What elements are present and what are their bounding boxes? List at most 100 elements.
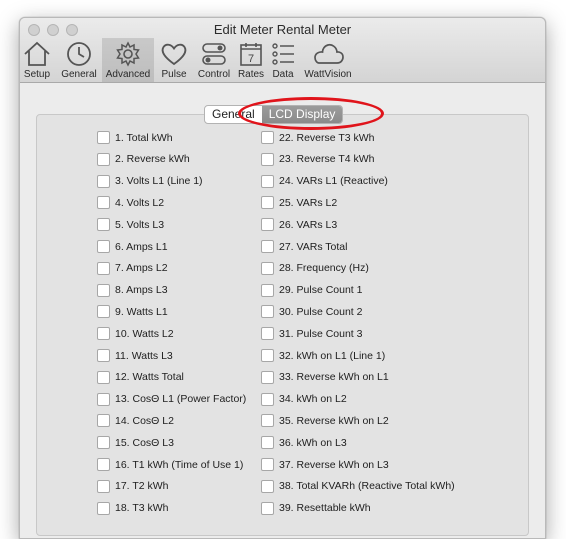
checkbox[interactable] [261,196,274,210]
checkbox[interactable] [261,349,274,362]
toolbar-pulse[interactable]: Pulse [157,38,191,82]
checkbox[interactable] [97,370,110,384]
checkbox[interactable] [97,436,110,450]
checkbox[interactable] [97,414,110,428]
lcd-checkbox-row[interactable]: 36. kWh on L3 [261,436,347,450]
lcd-checkbox-row[interactable]: 5. Volts L3 [97,218,164,232]
checkbox[interactable] [97,240,110,253]
checkbox[interactable] [261,152,274,166]
checkbox[interactable] [261,218,274,232]
toolbar-label: Data [272,69,294,80]
checkbox[interactable] [261,327,274,341]
heart-icon [161,43,187,66]
checkbox[interactable] [97,152,110,166]
lcd-checkbox-row[interactable]: 3. Volts L1 (Line 1) [97,174,203,188]
lcd-checkbox-row[interactable]: 6. Amps L1 [97,240,168,253]
lcd-checkbox-row[interactable]: 31. Pulse Count 3 [261,327,362,341]
lcd-checkbox-row[interactable]: 35. Reverse kWh on L2 [261,414,389,428]
checkbox[interactable] [261,458,274,471]
checkbox[interactable] [261,414,274,428]
checkbox[interactable] [97,327,110,341]
checkbox[interactable] [97,349,110,362]
toolbar-advanced[interactable]: Advanced [102,38,154,82]
checkbox[interactable] [97,174,110,188]
lcd-checkbox-row[interactable]: 22. Reverse T3 kWh [261,131,375,144]
checkbox-label: 12. Watts Total [115,371,184,384]
lcd-checkbox-row[interactable]: 38. Total KVARh (Reactive Total kWh) [261,479,455,493]
checkbox-label: 18. T3 kWh [115,502,169,515]
toolbar-label: General [61,69,97,80]
lcd-checkbox-row[interactable]: 8. Amps L3 [97,283,168,297]
lcd-checkbox-row[interactable]: 27. VARs Total [261,240,347,253]
window-title: Edit Meter Rental Meter [213,22,352,37]
checkbox-label: 2. Reverse kWh [115,153,190,166]
toggles-icon [202,43,226,65]
toolbar-data[interactable]: Data [268,38,298,82]
checkbox[interactable] [261,305,274,319]
meter-window: Edit Meter Rental Meter Setup General Ad… [19,17,546,539]
lcd-checkbox-row[interactable]: 17. T2 kWh [97,479,169,493]
checkbox[interactable] [261,174,274,188]
tab-general[interactable]: General [205,106,262,123]
lcd-checkbox-row[interactable]: 2. Reverse kWh [97,152,190,166]
toolbar-general[interactable]: General [58,38,100,82]
lcd-checkbox-row[interactable]: 32. kWh on L1 (Line 1) [261,349,385,362]
checkbox[interactable] [261,479,274,493]
checkbox-label: 25. VARs L2 [279,196,338,209]
lcd-checkbox-row[interactable]: 10. Watts L2 [97,327,174,341]
checkbox[interactable] [97,196,110,210]
checkbox-label: 15. CosΘ L3 [115,436,174,449]
toolbar-control[interactable]: Control [193,38,235,82]
tab-lcd-display[interactable]: LCD Display [261,106,343,123]
checkbox[interactable] [261,392,274,406]
checkbox[interactable] [261,261,274,275]
checkbox-label: 36. kWh on L3 [279,436,347,449]
checkbox[interactable] [97,305,110,319]
lcd-checkbox-row[interactable]: 15. CosΘ L3 [97,436,174,450]
checkbox[interactable] [97,218,110,232]
toolbar-wattvision[interactable]: WattVision [300,38,356,82]
lcd-checkbox-row[interactable]: 34. kWh on L2 [261,392,347,406]
checkbox[interactable] [97,479,110,493]
checkbox[interactable] [97,392,110,406]
checkbox[interactable] [97,501,110,515]
checkbox-label: 10. Watts L2 [115,327,174,340]
lcd-checkbox-row[interactable]: 16. T1 kWh (Time of Use 1) [97,458,243,471]
checkbox[interactable] [261,501,274,515]
checkbox-label: 32. kWh on L1 (Line 1) [279,349,386,362]
checkbox-label: 9. Watts L1 [115,305,168,318]
checkbox[interactable] [261,131,274,144]
lcd-checkbox-row[interactable]: 25. VARs L2 [261,196,338,210]
checkbox-label: 14. CosΘ L2 [115,414,174,427]
checkbox[interactable] [261,240,274,253]
toolbar-rates[interactable]: 7 Rates [234,38,268,82]
checkbox[interactable] [261,283,274,297]
lcd-checkbox-row[interactable]: 30. Pulse Count 2 [261,305,362,319]
checkbox[interactable] [97,261,110,275]
lcd-checkbox-row[interactable]: 37. Reverse kWh on L3 [261,458,389,471]
lcd-checkbox-row[interactable]: 9. Watts L1 [97,305,168,319]
lcd-checkbox-row[interactable]: 33. Reverse kWh on L1 [261,370,389,384]
lcd-checkbox-row[interactable]: 7. Amps L2 [97,261,168,275]
toolbar-setup[interactable]: Setup [20,38,54,82]
lcd-checkbox-row[interactable]: 13. CosΘ L1 (Power Factor) [97,392,246,406]
lcd-checkbox-row[interactable]: 28. Frequency (Hz) [261,261,369,275]
lcd-checkbox-row[interactable]: 11. Watts L3 [97,349,173,362]
checkbox-label: 29. Pulse Count 1 [279,284,363,297]
checkbox[interactable] [261,436,274,450]
checkbox[interactable] [97,131,110,144]
lcd-checkbox-row[interactable]: 29. Pulse Count 1 [261,283,363,297]
checkbox-label: 3. Volts L1 (Line 1) [115,175,203,188]
checkbox[interactable] [97,458,110,471]
checkbox[interactable] [97,283,110,297]
lcd-checkbox-row[interactable]: 26. VARs L3 [261,218,337,232]
lcd-checkbox-row[interactable]: 12. Watts Total [97,370,184,384]
lcd-checkbox-row[interactable]: 4. Volts L2 [97,196,164,210]
lcd-checkbox-row[interactable]: 24. VARs L1 (Reactive) [261,174,388,188]
lcd-checkbox-row[interactable]: 18. T3 kWh [97,501,169,515]
checkbox[interactable] [261,370,274,384]
lcd-checkbox-row[interactable]: 39. Resettable kWh [261,501,371,515]
lcd-checkbox-row[interactable]: 1. Total kWh [97,131,173,144]
lcd-checkbox-row[interactable]: 23. Reverse T4 kWh [261,152,375,166]
lcd-checkbox-row[interactable]: 14. CosΘ L2 [97,414,174,428]
